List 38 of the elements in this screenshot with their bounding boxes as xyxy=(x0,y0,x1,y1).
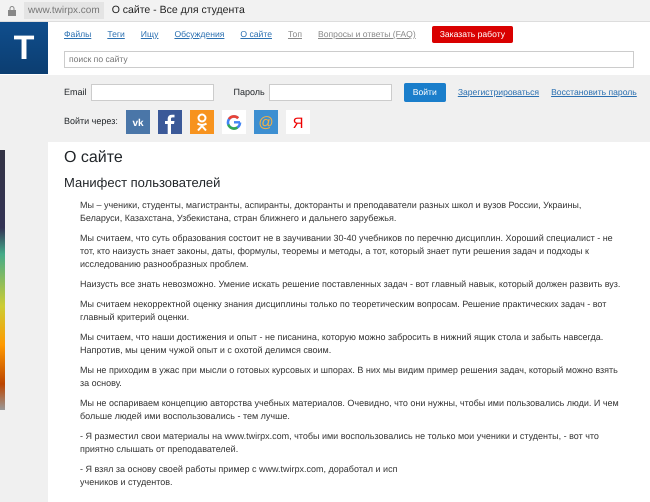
paragraph: Мы считаем некорректной оценку знания дисциплины только по теоретическим вопросам. Решение практических задач - вот главный критерий оценки. xyxy=(80,298,608,324)
site-logo[interactable]: T xyxy=(0,22,48,74)
yandex-letter-icon[interactable]: Я xyxy=(286,110,310,134)
paragraph: Мы считаем, что наши достижения и опыт - не писанина, которую можно забросить в нижний ящик стола и забыть навсегда. Напротив, мы ценим чужой опыт и с охотой делимся своим. xyxy=(80,331,604,358)
email-label: Email xyxy=(64,86,87,99)
email-field[interactable] xyxy=(90,84,214,101)
section-heading: Манифест пользователей xyxy=(64,175,222,191)
paragraph: Мы не приходим в ужас при мысли о готовых курсовых и шпорах. В них мы видим пример решения задач, который можно взять за основу. xyxy=(80,364,619,390)
lock-icon xyxy=(8,6,16,16)
google-logo-icon[interactable] xyxy=(222,110,246,134)
paragraph: - Я разместил свои материалы на www.twirpx.com, чтобы ими воспользовались не только мои ученики и студенты, - вот что приятно слышать от преподавателей. xyxy=(80,430,600,456)
nav-link[interactable]: Ищу xyxy=(140,28,158,41)
vk-logo-icon[interactable]: vk xyxy=(126,110,150,134)
register-link[interactable]: Зарегистрироваться xyxy=(458,86,540,99)
nav-link[interactable]: Теги xyxy=(107,28,125,41)
password-field[interactable] xyxy=(268,84,392,101)
paragraph: Наизусть все знать невозможно. Умение искать решение поставленных задач - вот главный навык, который должен развить вуз. xyxy=(80,278,622,291)
order-button[interactable]: Заказать работу xyxy=(432,26,514,43)
login-button[interactable]: Войти xyxy=(404,83,446,102)
login-via-label: Войти через: xyxy=(64,115,118,128)
password-label: Пароль xyxy=(234,86,265,99)
page-heading: О сайте xyxy=(64,148,124,168)
nav-link[interactable]: Топ xyxy=(288,28,302,41)
search-field[interactable]: поиск по сайту xyxy=(64,50,634,68)
restore-password-link[interactable]: Восстановить пароль xyxy=(551,86,637,99)
paragraph: - Я взял за основу своей работы пример с www.twirpx.com, доработал и исп xyxy=(80,463,398,476)
paragraph-line: учеников и студентов. xyxy=(80,476,174,490)
nav-link[interactable]: Вопросы и ответы (FAQ) xyxy=(318,28,416,41)
page-title: О сайте - Все для студента xyxy=(112,2,245,18)
paragraph: Мы не оспариваем концепцию авторства учебных материалов. Очевидно, что они нужны, чтобы ими пользовались люди. И чем больше людей ими воспользовались - тем лучше. xyxy=(80,397,620,424)
nav-link[interactable]: О сайте xyxy=(240,28,272,41)
paragraph: Мы считаем, что суть образования состоит не в заучивании 30-40 учебников по перечню дисциплин. Хороший специалист - не тот, кто наизусть знает законы, даты, формулы, теоремы и методы, а тот, который знает пути решения задач и подходы к исследованию разнообразных проблем. xyxy=(80,232,614,271)
nav-link[interactable]: Обсуждения xyxy=(174,28,224,41)
nav-link[interactable]: Файлы xyxy=(64,28,92,41)
ok-logo-icon[interactable] xyxy=(190,110,214,134)
paragraph: Мы – ученики, студенты, магистранты, аспиранты, докторанты и преподаватели разных школ и вузов России, Украины, Беларуси, Казахстана, Узбекистана, стран ближнего и дальнего зарубежья. xyxy=(80,198,582,225)
address-url[interactable]: www.twirpx.com xyxy=(24,2,104,19)
facebook-logo-icon[interactable] xyxy=(158,110,182,134)
